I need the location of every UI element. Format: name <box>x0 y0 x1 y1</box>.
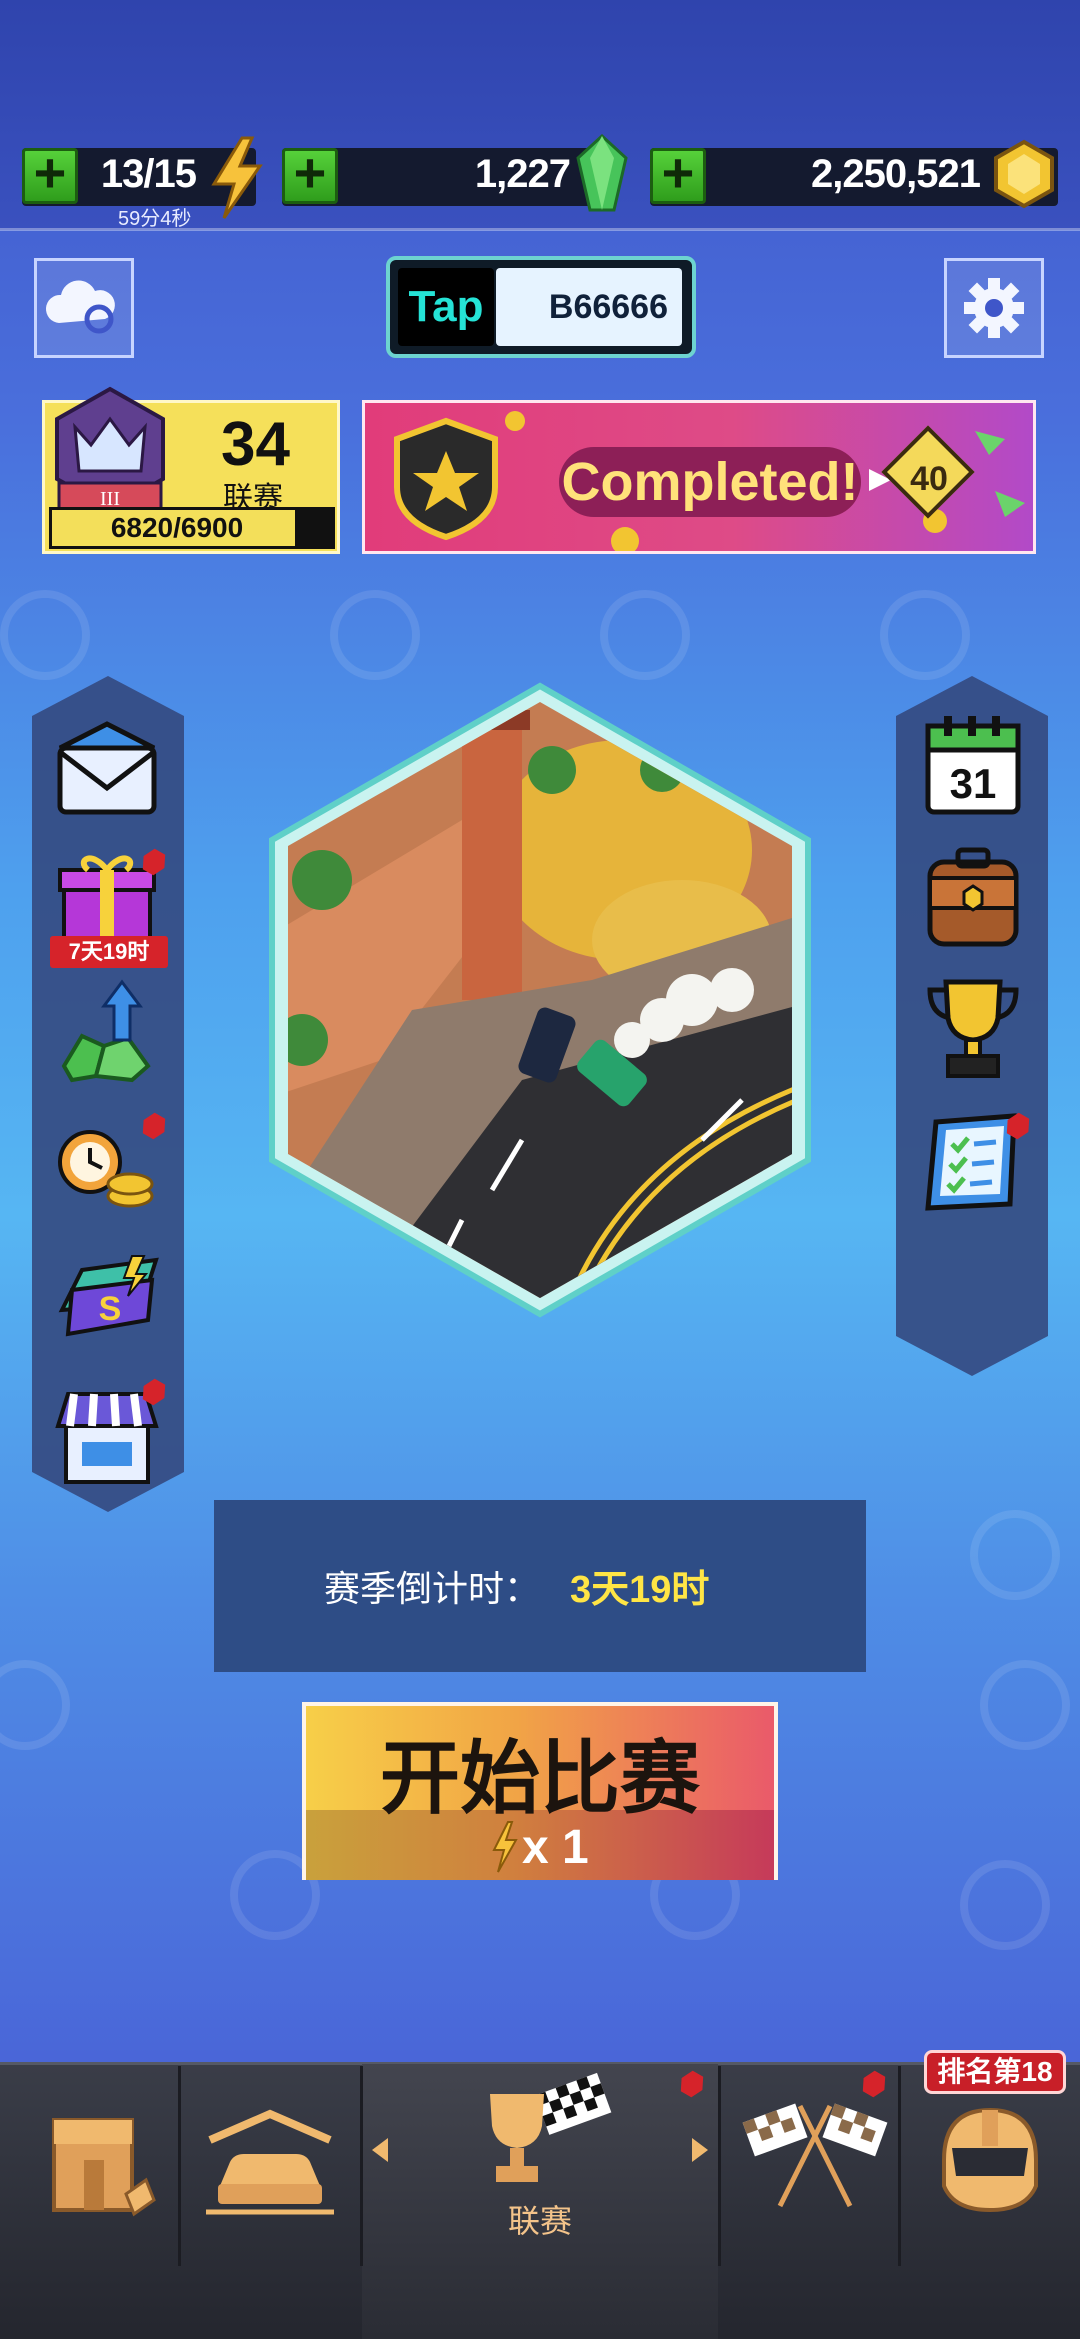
completed-label: Completed! <box>559 447 861 517</box>
settings-button[interactable] <box>944 258 1044 358</box>
countdown-value: 3天19时 <box>570 1569 710 1611</box>
race-track-preview[interactable] <box>262 680 818 1320</box>
star-shield-icon <box>394 417 498 541</box>
add-gems-button[interactable]: + <box>282 145 338 204</box>
start-race-label: 开始比赛 <box>380 1734 700 1823</box>
license-plate[interactable]: Tap B66666 <box>386 256 696 358</box>
nav-separator <box>178 2066 181 2266</box>
trophy-button[interactable] <box>918 972 1028 1082</box>
rank-badge: 排名第18 <box>924 2050 1066 2094</box>
plate-brand: Tap <box>398 268 494 346</box>
countdown-label: 赛季倒计时： <box>324 1568 541 1609</box>
add-coins-button[interactable]: + <box>650 145 706 204</box>
season-pass-card-icon: S <box>58 1255 159 1337</box>
crossed-checkered-flags-icon <box>742 2103 888 2208</box>
calendar-icon: 31 <box>925 716 1021 815</box>
gold-coin-icon <box>994 139 1054 209</box>
season-pass-button[interactable]: S <box>52 1250 162 1360</box>
nav-separator <box>718 2066 721 2266</box>
nav-right-arrow-icon[interactable] <box>688 2136 712 2164</box>
lightning-bolt-icon <box>211 136 263 219</box>
start-race-cost: x 1 <box>522 1821 589 1874</box>
start-race-button[interactable]: 开始比赛 x 1 <box>302 1702 778 1880</box>
nav-left-arrow-icon[interactable] <box>368 2136 392 2164</box>
energy-timer: 59分4秒 <box>118 208 192 230</box>
nav-garage-button[interactable] <box>200 2100 340 2220</box>
gift-timer: 7天19时 <box>50 936 168 968</box>
gear-icon <box>964 278 1024 338</box>
league-number: 34 <box>221 410 290 479</box>
nav-crates-button[interactable] <box>30 2090 170 2230</box>
season-countdown: 赛季倒计时： 3天19时 <box>214 1500 866 1672</box>
nav-league-button[interactable] <box>470 2064 620 2194</box>
add-energy-button[interactable]: + <box>22 145 78 204</box>
league-progress-text: 6820/6900 <box>110 512 244 543</box>
green-gem-icon <box>576 134 628 212</box>
gem-value: 1,227 <box>474 152 571 196</box>
cloud-sync-button[interactable] <box>34 258 134 358</box>
svg-text:S: S <box>99 1290 122 1328</box>
garage-car-icon <box>206 2109 334 2215</box>
envelope-icon <box>57 721 157 815</box>
plate-code-text: B66666 <box>548 288 668 326</box>
plate-code: B66666 <box>496 268 682 346</box>
calendar-day: 31 <box>950 760 997 807</box>
trophy-icon <box>927 979 1019 1078</box>
nav-separator <box>898 2066 901 2266</box>
league-card[interactable]: III 34 联赛 6820/6900 <box>42 386 340 554</box>
energy-value: 13/15 <box>100 152 197 196</box>
daily-calendar-button[interactable]: 31 <box>918 712 1028 822</box>
lightning-bolt-icon <box>492 1821 518 1873</box>
nav-events-button[interactable] <box>740 2086 890 2216</box>
league-trophy-flags-icon <box>490 2072 612 2182</box>
cloud-sync-icon <box>45 280 115 334</box>
gem-up-arrow-icon <box>61 979 151 1083</box>
crate-box-icon <box>52 2118 156 2217</box>
completed-banner[interactable]: Completed! 40 <box>362 400 1036 554</box>
nav-league-label: 联赛 <box>507 2203 572 2239</box>
helmet-icon <box>942 2107 1038 2213</box>
league-progress-bar: 6820/6900 <box>49 507 335 549</box>
backpack-button[interactable] <box>918 842 1028 952</box>
nav-profile-button[interactable] <box>930 2090 1050 2220</box>
backpack-icon <box>927 847 1019 947</box>
coin-value: 2,250,521 <box>811 152 981 196</box>
reward-value: 40 <box>910 460 948 498</box>
gem-upgrade-button[interactable] <box>52 976 162 1086</box>
mail-button[interactable] <box>52 718 162 828</box>
